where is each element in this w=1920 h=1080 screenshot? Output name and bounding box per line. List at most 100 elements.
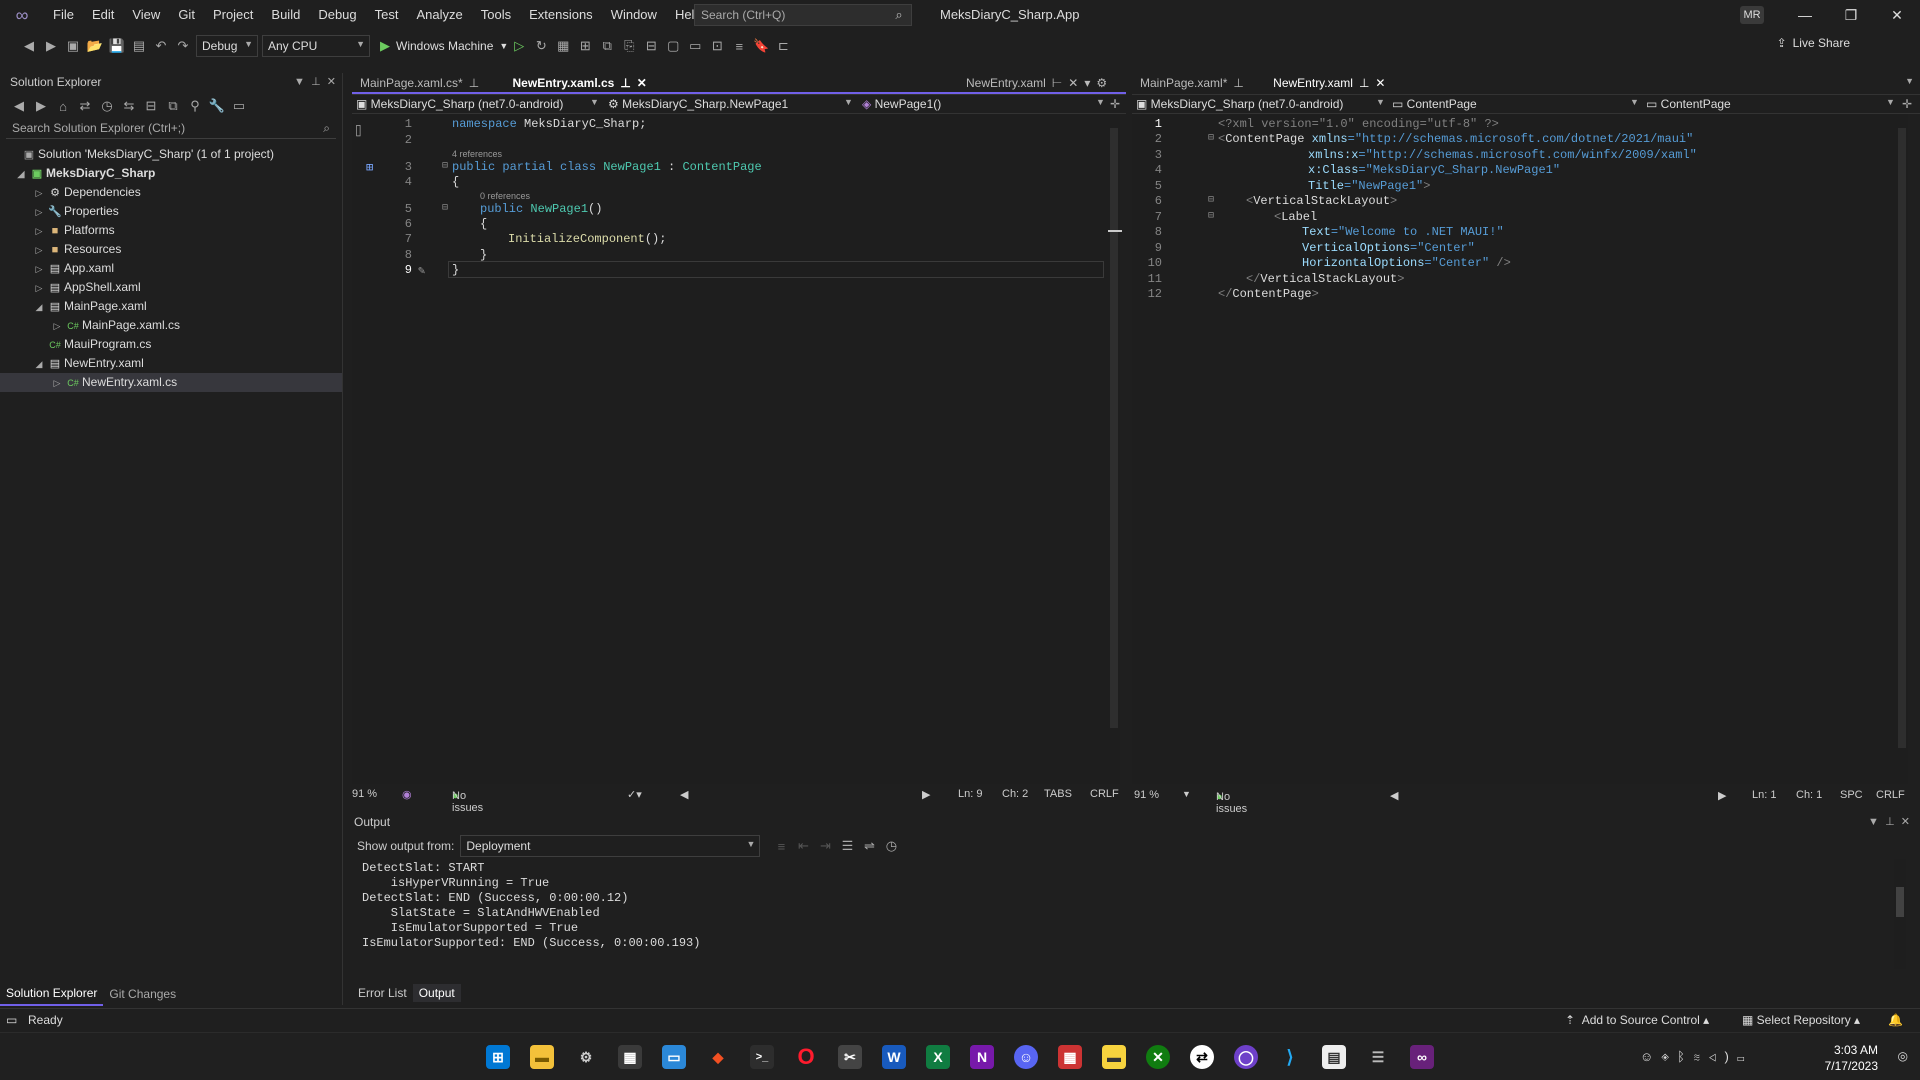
pin-icon[interactable]: ⊥ xyxy=(1233,76,1243,90)
wifi-icon[interactable]: ≋ xyxy=(1693,1049,1709,1064)
output-hscrollbar[interactable] xyxy=(352,969,1904,981)
expanded-arrow-icon[interactable]: ◢ xyxy=(32,298,46,317)
scroll-left-icon[interactable]: ◀ xyxy=(1390,789,1398,802)
tab-solution-explorer[interactable]: Solution Explorer xyxy=(0,982,104,1006)
right-editor-scrollbar[interactable] xyxy=(1896,114,1908,784)
find-message-icon[interactable]: ≡ xyxy=(770,835,792,857)
close-icon[interactable]: ✕ xyxy=(637,76,647,90)
home-icon[interactable]: ⌂ xyxy=(52,95,74,117)
chevron-down-icon[interactable]: ▼ xyxy=(1182,789,1191,799)
pin-icon[interactable]: ⊥ xyxy=(620,76,630,90)
close-icon[interactable]: ✕ xyxy=(1375,76,1385,90)
toolbar-misc-icon[interactable]: ≡ xyxy=(728,35,750,57)
run-button[interactable]: ▶ Windows Machine ▼ xyxy=(380,38,508,54)
forward-icon[interactable]: ▶ xyxy=(30,95,52,117)
menu-view[interactable]: View xyxy=(123,0,169,30)
bluetooth-icon[interactable]: ᛒ xyxy=(1677,1049,1693,1064)
output-source-select[interactable]: Deployment ▼ xyxy=(460,835,761,857)
menu-edit[interactable]: Edit xyxy=(83,0,123,30)
search-input[interactable]: Search (Ctrl+Q) ⌕ xyxy=(694,4,912,26)
sync-icon[interactable]: ⇆ xyxy=(118,95,140,117)
app-icon[interactable]: ◆ xyxy=(706,1045,730,1069)
indent-mode[interactable]: SPC xyxy=(1840,789,1863,801)
tab-output[interactable]: Output xyxy=(412,984,461,1002)
undo-icon[interactable]: ↶ xyxy=(150,35,172,57)
battery-icon[interactable]: ▭ xyxy=(1737,1049,1753,1064)
line-ending[interactable]: CRLF xyxy=(1090,788,1119,800)
split-icon[interactable]: ✛ xyxy=(1902,97,1912,111)
hot-reload-icon[interactable]: ↻ xyxy=(530,35,552,57)
project-dropdown[interactable]: ▣ MeksDiaryC_Sharp (net7.0-android) xyxy=(356,97,563,111)
close-icon[interactable]: ✕ xyxy=(327,76,336,88)
class-dropdown[interactable]: ⚙ MeksDiaryC_Sharp.NewPage1 xyxy=(608,97,788,111)
collapsed-arrow-icon[interactable]: ▷ xyxy=(32,184,46,203)
menu-analyze[interactable]: Analyze xyxy=(407,0,471,30)
tree-item-solution[interactable]: ▣ Solution 'MeksDiaryC_Sharp' (1 of 1 pro… xyxy=(0,145,342,164)
chevron-down-icon[interactable]: ▼ xyxy=(1868,816,1879,828)
menu-window[interactable]: Window xyxy=(602,0,666,30)
code-lens-references[interactable]: 4 references xyxy=(452,149,502,159)
gear-icon[interactable]: ⚙ xyxy=(1096,76,1107,90)
quick-action-icon[interactable]: ✎ xyxy=(418,263,425,278)
select-repository-button[interactable]: ▦ Select Repository ▴ xyxy=(1742,1013,1860,1027)
tab-newentry-xaml-cs[interactable]: NewEntry.xaml.cs ⊥ ✕ xyxy=(504,74,655,94)
vscode-icon[interactable]: ⟩ xyxy=(1278,1045,1302,1069)
discord-icon[interactable]: ☺ xyxy=(1014,1045,1038,1069)
collapsed-arrow-icon[interactable]: ▷ xyxy=(32,279,46,298)
next-message-icon[interactable]: ⇥ xyxy=(814,835,836,857)
pin-icon[interactable]: ⊥ xyxy=(469,76,479,90)
notification-center-icon[interactable]: ◎ xyxy=(1898,1049,1908,1063)
collapse-all-icon[interactable]: ⊟ xyxy=(140,95,162,117)
collapse-icon[interactable]: ⊟ xyxy=(1208,210,1214,222)
menu-extensions[interactable]: Extensions xyxy=(520,0,602,30)
output-scrollbar[interactable] xyxy=(1894,859,1906,969)
pin-icon[interactable]: ⊢ xyxy=(1052,76,1062,90)
notepad-icon[interactable]: ▤ xyxy=(1322,1045,1346,1069)
discord-tray-icon[interactable]: ☺ xyxy=(1640,1049,1661,1064)
toolbar-misc-icon[interactable]: ⎘ xyxy=(618,35,640,57)
volume-icon[interactable]: ◁) xyxy=(1709,1049,1737,1064)
bookmark-icon[interactable]: ⊏ xyxy=(772,35,794,57)
code-lens-references[interactable]: 0 references xyxy=(480,191,530,201)
copilot-icon[interactable]: ◉ xyxy=(402,788,412,801)
close-icon[interactable]: ✕ xyxy=(1068,76,1078,90)
toolbar-misc-icon[interactable]: ▭ xyxy=(684,35,706,57)
remote-desktop-icon[interactable]: ▭ xyxy=(662,1045,686,1069)
snipping-tool-icon[interactable]: ✂ xyxy=(838,1045,862,1069)
previous-message-icon[interactable]: ⇤ xyxy=(792,835,814,857)
settings-gear-icon[interactable]: ⚙ xyxy=(574,1045,598,1069)
element-dropdown[interactable]: ▭ ContentPage xyxy=(1392,97,1477,111)
tab-mainpage-xaml-cs[interactable]: MainPage.xaml.cs* ⊥ xyxy=(352,73,487,93)
tree-item-mauiprogram-cs[interactable]: C# MauiProgram.cs xyxy=(0,335,342,354)
word-icon[interactable]: W xyxy=(882,1045,906,1069)
collapsed-arrow-icon[interactable]: ▷ xyxy=(32,241,46,260)
zoom-level[interactable]: 91 % xyxy=(1134,789,1159,801)
tray-icons[interactable]: ☺◈ᛒ≋◁)▭ xyxy=(1640,1049,1753,1064)
scroll-right-icon[interactable]: ▶ xyxy=(1718,789,1726,802)
sticky-notes-icon[interactable]: ▬ xyxy=(1102,1045,1126,1069)
visual-studio-icon[interactable]: ∞ xyxy=(1410,1045,1434,1069)
collapse-icon[interactable]: ⊟ xyxy=(1208,132,1214,144)
project-dropdown[interactable]: ▣ MeksDiaryC_Sharp (net7.0-android) xyxy=(1136,97,1343,111)
tab-newentry-xaml-right[interactable]: NewEntry.xaml ⊥ ✕ xyxy=(1265,73,1393,93)
database-icon[interactable]: ☰ xyxy=(1366,1045,1390,1069)
back-icon[interactable]: ◀ xyxy=(8,95,30,117)
preview-icon[interactable]: ▭ xyxy=(228,95,250,117)
element-dropdown-2[interactable]: ▭ ContentPage xyxy=(1646,97,1731,111)
tree-item-newentry-xaml-cs[interactable]: ▷ C# NewEntry.xaml.cs xyxy=(0,373,342,392)
tree-item-dependencies[interactable]: ▷ ⚙ Dependencies xyxy=(0,183,342,202)
save-all-icon[interactable]: ▤ xyxy=(128,35,150,57)
toolbar-misc-icon[interactable]: ▦ xyxy=(552,35,574,57)
pin-icon[interactable]: ⊥ xyxy=(1359,76,1369,90)
tree-item-appshell-xaml[interactable]: ▷ ▤ AppShell.xaml xyxy=(0,278,342,297)
member-dropdown[interactable]: ◈ NewPage1() xyxy=(862,97,941,111)
restore-icon[interactable]: ❐ xyxy=(1828,0,1874,30)
app-icon[interactable]: ⇄ xyxy=(1190,1045,1214,1069)
toolbar-misc-icon[interactable]: ⧉ xyxy=(596,35,618,57)
scroll-right-icon[interactable]: ▶ xyxy=(922,788,930,801)
tab-newentry-xaml[interactable]: NewEntry.xaml ⊢ ✕ ▾ ⚙ xyxy=(958,73,1115,93)
filter-icon[interactable]: ⚲ xyxy=(184,95,206,117)
save-icon[interactable]: 💾 xyxy=(106,35,128,57)
close-icon[interactable]: ✕ xyxy=(1874,0,1920,30)
clear-all-icon[interactable]: ☰ xyxy=(836,835,858,857)
